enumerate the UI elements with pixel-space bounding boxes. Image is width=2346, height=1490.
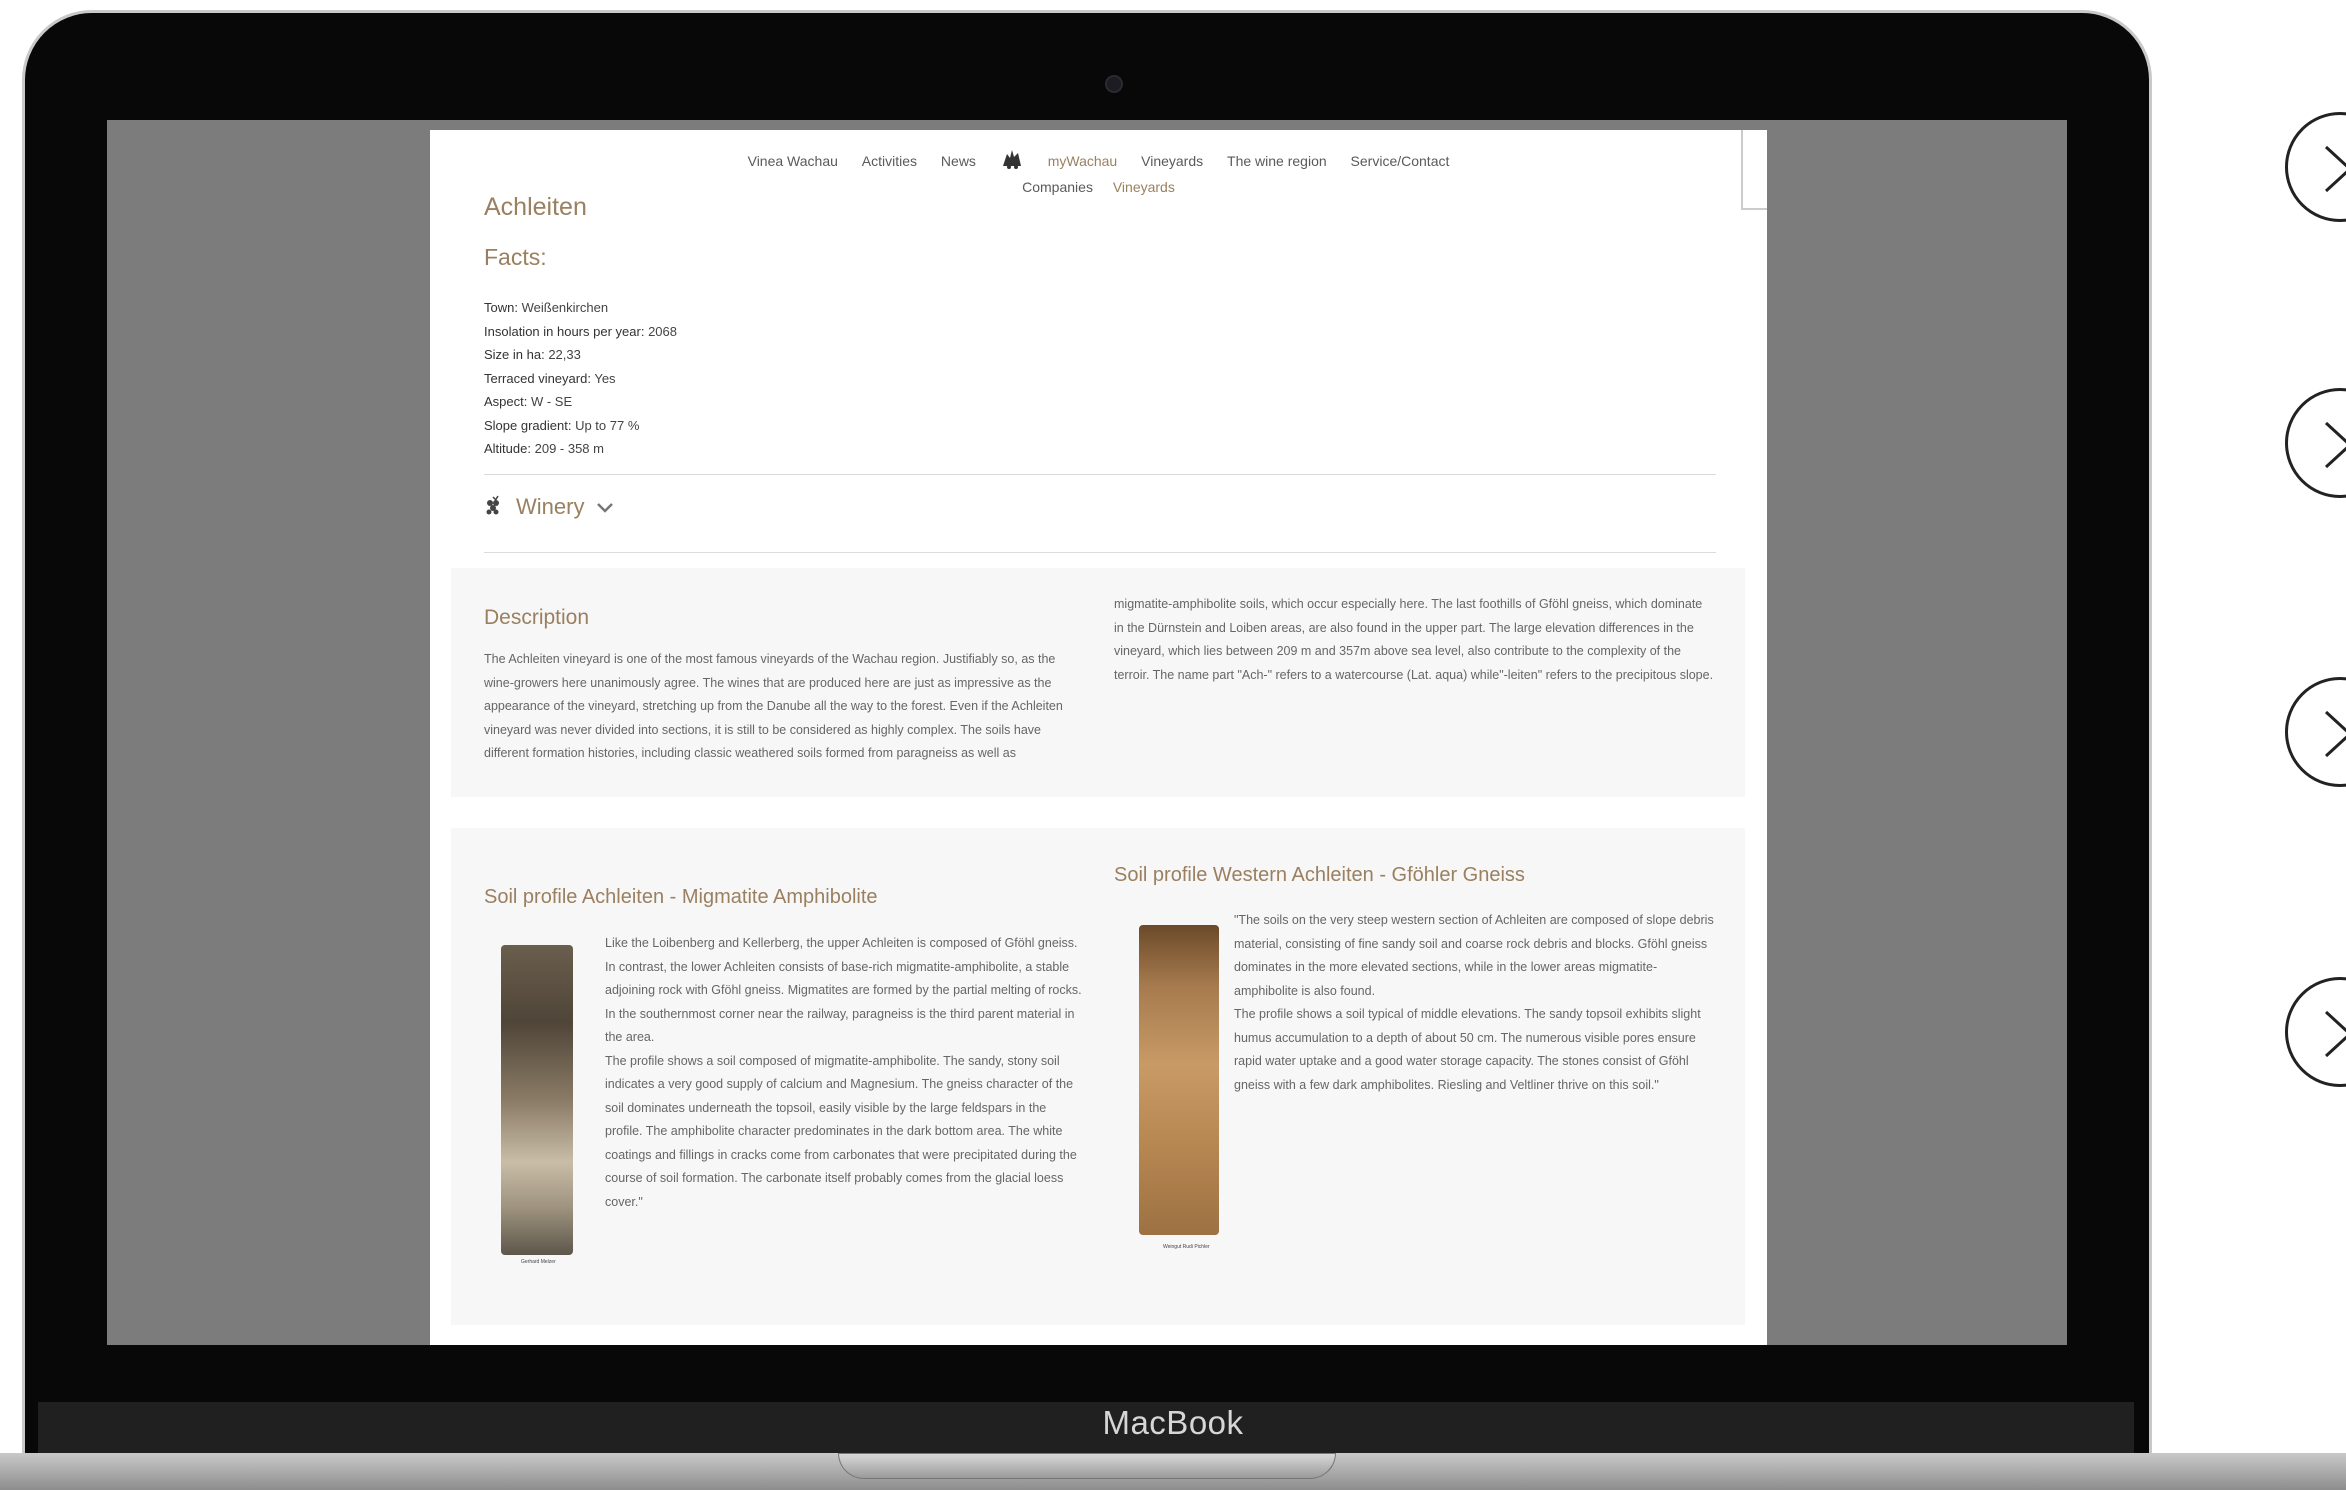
sub-nav: Companies Vineyards: [430, 179, 1767, 195]
nav-item-news[interactable]: News: [941, 153, 976, 169]
description-col-1: The Achleiten vineyard is one of the mos…: [484, 652, 1063, 760]
nav-item-service-contact[interactable]: Service/Contact: [1351, 153, 1450, 169]
screen: Vinea Wachau Activities News myWachau Vi…: [107, 120, 2067, 1345]
fact-row: Insolation in hours per year: 2068: [484, 323, 677, 339]
subnav-item-vineyards[interactable]: Vineyards: [1113, 179, 1175, 195]
fact-row: Size in ha: 22,33: [484, 347, 581, 362]
soil-profile-1-text: Like the Loibenberg and Kellerberg, the …: [605, 936, 1082, 1209]
soil-profile-2-text: "The soils on the very steep western sec…: [1234, 913, 1714, 1092]
winery-toggle[interactable]: Winery: [484, 494, 614, 520]
nav-item-wine-region[interactable]: The wine region: [1227, 153, 1327, 169]
divider: [484, 474, 1716, 475]
soil-profile-1-title: Soil profile Achleiten - Migmatite Amphi…: [484, 886, 878, 908]
logo-icon[interactable]: [1000, 148, 1024, 170]
soil-profile-1-image: [501, 945, 573, 1255]
subnav-item-companies[interactable]: Companies: [1022, 179, 1093, 195]
soil-panel: Soil profile Achleiten - Migmatite Amphi…: [451, 828, 1745, 1325]
soil-profile-2-image: [1139, 925, 1219, 1235]
fact-row: Town: Weißenkirchen: [484, 300, 609, 315]
nav-item-activities[interactable]: Activities: [862, 153, 917, 169]
web-page: Vinea Wachau Activities News myWachau Vi…: [430, 130, 1767, 1345]
description-title: Description: [484, 606, 590, 629]
device-brand: MacBook: [1102, 1404, 1244, 1441]
nav-item-vinea-wachau[interactable]: Vinea Wachau: [748, 153, 838, 169]
grape-icon: [486, 495, 499, 515]
nav-item-vineyards[interactable]: Vineyards: [1141, 153, 1203, 169]
divider: [484, 552, 1716, 553]
soil-profile-2-caption: Weingut Rudi Pichler: [1163, 1244, 1210, 1250]
close-icon[interactable]: [2285, 977, 2346, 1087]
fact-row: Slope gradient: Up to 77 %: [484, 417, 640, 433]
fact-row: Altitude: 209 - 358 m: [484, 441, 604, 456]
soil-profile-2-title: Soil profile Western Achleiten - Gföhler…: [1114, 864, 1525, 886]
camera-icon: [1105, 75, 1123, 93]
facts-list: Town: Weißenkirchen Insolation in hours …: [484, 296, 677, 461]
main-nav: Vinea Wachau Activities News myWachau Vi…: [430, 148, 1767, 170]
scrollbar[interactable]: [1741, 130, 1767, 210]
close-icon[interactable]: [2285, 112, 2346, 222]
description-col-2: migmatite-amphibolite soils, which occur…: [1114, 597, 1714, 682]
close-icon[interactable]: [2285, 677, 2346, 787]
chevron-down-icon: [597, 503, 614, 513]
laptop-hinge: [838, 1453, 1336, 1479]
soil-profile-1-caption: Gerhard Melzer: [521, 1259, 556, 1265]
winery-label: Winery: [516, 494, 585, 519]
page-title: Achleiten: [484, 193, 587, 221]
close-icon[interactable]: [2285, 388, 2346, 498]
description-panel: Description The Achleiten vineyard is on…: [451, 568, 1745, 797]
fact-row: Aspect: W - SE: [484, 394, 573, 409]
fact-row: Terraced vineyard: Yes: [484, 370, 616, 386]
facts-heading: Facts:: [484, 244, 547, 270]
nav-item-mywachau[interactable]: myWachau: [1048, 153, 1118, 169]
